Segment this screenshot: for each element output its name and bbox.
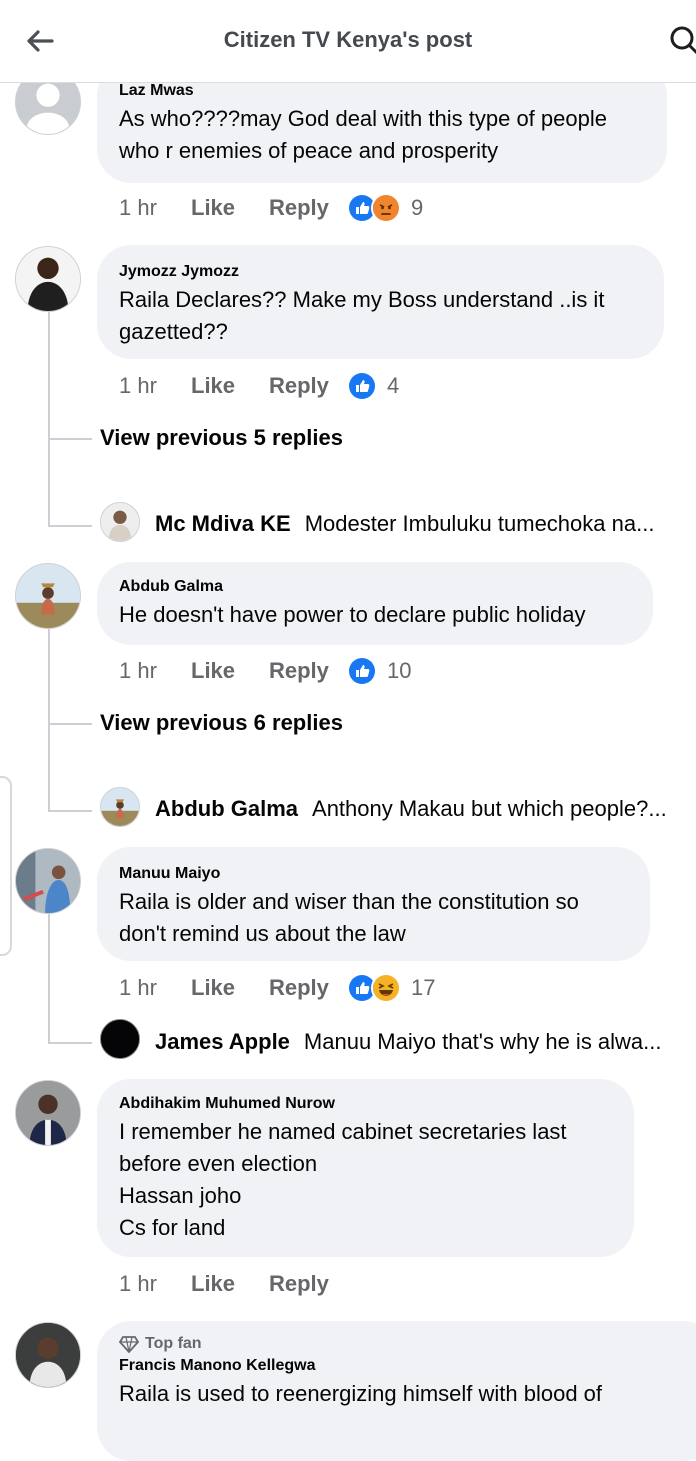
comment-actions: 1 hr Like Reply 9 <box>119 193 423 223</box>
thread-branch <box>48 810 92 812</box>
reply-author[interactable]: James Apple <box>155 1029 290 1055</box>
reaction-count: 17 <box>411 975 436 1000</box>
comment-time: 1 hr <box>119 658 157 683</box>
diamond-icon <box>119 1336 139 1353</box>
thread-branch <box>48 525 92 527</box>
angry-reaction-icon <box>371 193 401 223</box>
like-reaction-icon <box>347 656 377 686</box>
reactions[interactable]: 10 <box>347 656 411 686</box>
search-icon[interactable] <box>666 22 696 62</box>
comment-text: As who????may God deal with this type of… <box>119 106 607 163</box>
thread-line <box>48 312 50 526</box>
reply-author[interactable]: Mc Mdiva KE <box>155 511 291 537</box>
like-button[interactable]: Like <box>191 658 269 684</box>
comment-author[interactable]: Abdihakim Muhumed Nurow <box>119 1095 612 1113</box>
like-button[interactable]: Like <box>191 195 269 221</box>
avatar[interactable] <box>100 1019 140 1059</box>
comment-text-line: before even election <box>119 1151 318 1176</box>
comment-text-line: Cs for land <box>119 1215 226 1240</box>
reply-text: Modester Imbuluku tumechoka na... <box>304 511 655 536</box>
post-header: Citizen TV Kenya's post <box>0 0 696 83</box>
comment-author[interactable]: Manuu Maiyo <box>119 865 628 883</box>
reply-text: Manuu Maiyo that's why he is alwa... <box>303 1029 662 1054</box>
comment-text: Raila Declares?? Make my Boss understand… <box>119 287 605 344</box>
comment-time: 1 hr <box>119 975 157 1000</box>
comment-time: 1 hr <box>119 195 157 220</box>
side-scroll-tab[interactable] <box>0 776 12 956</box>
view-previous-replies-link[interactable]: View previous 6 replies <box>100 710 343 736</box>
thread-branch <box>48 1042 92 1044</box>
avatar[interactable] <box>15 848 81 914</box>
comment-bubble[interactable]: Manuu Maiyo Raila is older and wiser tha… <box>97 847 650 961</box>
thread-line <box>48 914 50 1043</box>
comment-author[interactable]: Laz Mwas <box>119 82 645 100</box>
avatar[interactable] <box>15 246 81 312</box>
reply-button[interactable]: Reply <box>269 195 347 221</box>
comment-text: Raila is used to reenergizing himself wi… <box>119 1381 603 1406</box>
comment-text-line: I remember he named cabinet secretaries … <box>119 1119 567 1144</box>
like-reaction-icon <box>347 371 377 401</box>
comment-author[interactable]: Abdub Galma <box>119 578 631 596</box>
top-fan-badge: Top fan <box>119 1335 695 1353</box>
top-fan-label: Top fan <box>145 1335 202 1352</box>
page-title: Citizen TV Kenya's post <box>223 27 473 52</box>
comment-actions: 1 hr Like Reply <box>119 1269 347 1299</box>
comment-bubble[interactable]: Top fan Francis Manono Kellegwa Raila is… <box>97 1321 696 1461</box>
comment-time: 1 hr <box>119 1271 157 1296</box>
reply-author[interactable]: Abdub Galma <box>155 796 298 822</box>
reactions[interactable]: 9 <box>347 193 423 223</box>
comment-actions: 1 hr Like Reply 17 <box>119 973 435 1003</box>
reply-button[interactable]: Reply <box>269 1271 347 1297</box>
comment-author[interactable]: Jymozz Jymozz <box>119 263 642 281</box>
like-button[interactable]: Like <box>191 373 269 399</box>
comment-actions: 1 hr Like Reply 4 <box>119 371 399 401</box>
comment-bubble[interactable]: Abdub Galma He doesn't have power to dec… <box>97 562 653 645</box>
comment-author[interactable]: Francis Manono Kellegwa <box>119 1357 695 1375</box>
comment-text: He doesn't have power to declare public … <box>119 602 586 627</box>
comment-text-line: Hassan joho <box>119 1183 242 1208</box>
thread-line <box>48 629 50 811</box>
reaction-count: 10 <box>387 658 412 683</box>
comment-actions: 1 hr Like Reply 10 <box>119 656 411 686</box>
avatar[interactable] <box>15 563 81 629</box>
comment-time: 1 hr <box>119 373 157 398</box>
reply-text: Anthony Makau but which people?... <box>312 796 667 821</box>
avatar[interactable] <box>100 502 140 542</box>
reaction-count: 4 <box>387 373 400 398</box>
thread-branch <box>48 438 92 440</box>
avatar[interactable] <box>100 787 140 827</box>
reply-button[interactable]: Reply <box>269 975 347 1001</box>
like-button[interactable]: Like <box>191 1271 269 1297</box>
haha-reaction-icon <box>371 973 401 1003</box>
avatar[interactable] <box>15 1322 81 1388</box>
reactions[interactable]: 17 <box>347 973 435 1003</box>
comment-text: Raila is older and wiser than the consti… <box>119 889 579 946</box>
reply-button[interactable]: Reply <box>269 373 347 399</box>
reply-preview[interactable]: Abdub Galma Anthony Makau but which peop… <box>155 796 691 822</box>
view-previous-replies-link[interactable]: View previous 5 replies <box>100 425 343 451</box>
reactions[interactable]: 4 <box>347 371 399 401</box>
reaction-count: 9 <box>411 195 424 220</box>
comment-bubble[interactable]: Jymozz Jymozz Raila Declares?? Make my B… <box>97 245 664 359</box>
thread-branch <box>48 723 92 725</box>
like-button[interactable]: Like <box>191 975 269 1001</box>
reply-preview[interactable]: James Apple Manuu Maiyo that's why he is… <box>155 1029 691 1055</box>
comment-bubble[interactable]: Abdihakim Muhumed Nurow I remember he na… <box>97 1079 634 1257</box>
reply-preview[interactable]: Mc Mdiva KE Modester Imbuluku tumechoka … <box>155 511 691 537</box>
avatar[interactable] <box>15 1080 81 1146</box>
reply-button[interactable]: Reply <box>269 658 347 684</box>
